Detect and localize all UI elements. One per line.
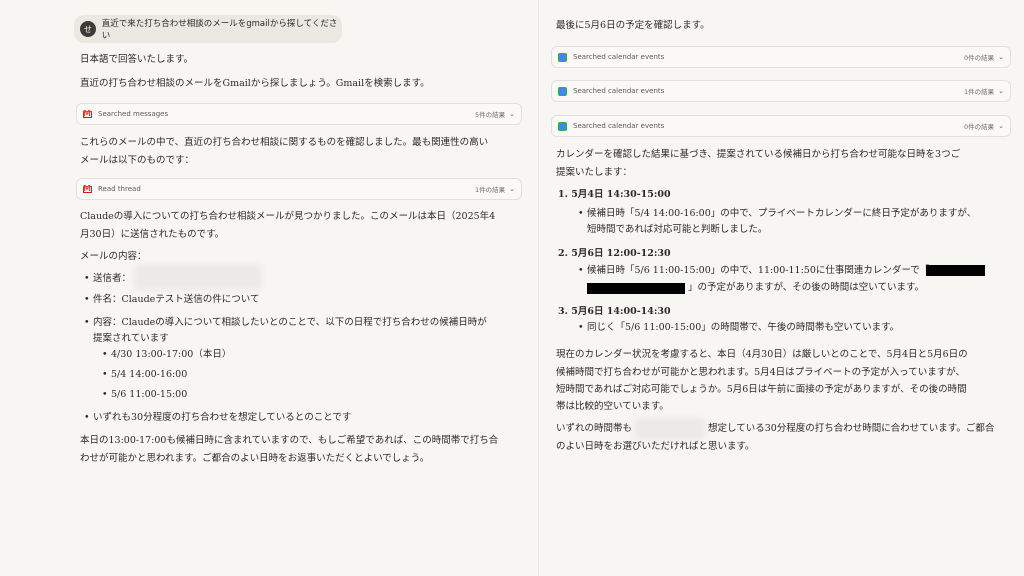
- tool-searched-calendar[interactable]: Searched calendar events 0件の結果 ⌄: [551, 46, 1011, 68]
- gmail-icon: [83, 109, 92, 118]
- blurred-sender: [134, 264, 262, 290]
- paragraph: わせが可能かと思われます。ご都合のよい日時をお返事いただくとよいでしょう。: [80, 453, 430, 464]
- list-item-assume: いずれも30分程度の打ち合わせを想定しているとのことです: [84, 409, 351, 427]
- chevron-down-icon: ⌄: [509, 110, 515, 118]
- left-chat-panel: せ 直近で来た打ち合わせ相談のメールをgmailから探してください 日本語で回答…: [0, 0, 540, 576]
- paragraph: メールの内容：: [80, 251, 147, 262]
- paragraph: 現在のカレンダー状況を考慮すると、本日（4月30日）は厳しいとのことで、5月4日…: [556, 349, 968, 360]
- proposal-detail-cont: 短時間であれば対応可能と判断しました。: [587, 224, 768, 235]
- paragraph: メールは以下のものです：: [80, 155, 195, 166]
- proposal-title: 1. 5月4日 14:30-15:00: [558, 189, 671, 200]
- calendar-icon: [558, 86, 567, 96]
- calendar-icon: [558, 121, 567, 131]
- date-item: • 5/6 11:00-15:00: [102, 389, 188, 400]
- user-message: せ 直近で来た打ち合わせ相談のメールをgmailから探してください: [74, 15, 342, 43]
- date-item: • 5/4 14:00-16:00: [102, 369, 188, 380]
- answer-search-note: 直近の打ち合わせ相談のメールをGmailから探しましょう。Gmailを検索します…: [80, 78, 430, 89]
- chevron-down-icon: ⌄: [998, 122, 1004, 130]
- blurred-text: [634, 418, 706, 440]
- paragraph: 本日の13:00-17:00も候補日時に含まれていますので、もしご希望であれば、…: [80, 435, 499, 446]
- user-message-text: 直近で来た打ち合わせ相談のメールをgmailから探してください: [101, 19, 338, 41]
- gmail-icon: [83, 184, 92, 193]
- proposal-detail: 同じく「5/6 11:00-15:00」の時間帯で、午後の時間帯も空いています。: [578, 319, 899, 337]
- tool-searched-calendar[interactable]: Searched calendar events 1件の結果 ⌄: [551, 80, 1011, 102]
- tool-count: 0件の結果: [963, 54, 995, 62]
- tool-read-thread[interactable]: Read thread 1件の結果 ⌄: [76, 178, 522, 200]
- chevron-down-icon: ⌄: [998, 53, 1004, 61]
- redaction-bar: [587, 283, 685, 294]
- tool-label: Searched calendar events: [573, 122, 665, 130]
- right-chat-panel: 最後に5月6日の予定を確認します。 Searched calendar even…: [540, 0, 1024, 576]
- paragraph: 候補時間で打ち合わせが可能かと思われます。5月4日はプライベートの予定が入ってい…: [556, 367, 965, 378]
- answer-intro: 日本語で回答いたします。: [80, 54, 194, 65]
- tool-label: Searched calendar events: [573, 53, 665, 61]
- proposal-title: 2. 5月6日 12:00-12:30: [558, 248, 671, 259]
- paragraph: これらのメールの中で、直近の打ち合わせ相談に関するものを確認しました。最も関連性…: [80, 137, 489, 148]
- paragraph: 月30日）に送信されたものです。: [80, 229, 225, 240]
- proposal-detail: 候補日時「5/6 11:00-15:00」の中で、11:00-11:50に仕事関…: [578, 262, 929, 280]
- date-item: • 4/30 13:00-17:00（本日）: [102, 349, 232, 360]
- paragraph: 帯は比較的空いています。: [556, 401, 669, 412]
- paragraph: Claudeの導入についての打ち合わせ相談メールが見つかりました。このメールは本…: [80, 211, 496, 222]
- chevron-down-icon: ⌄: [998, 87, 1004, 95]
- paragraph: 短時間であればご対応可能でしょうか。5月6日は午前に面接の予定がありますが、その…: [556, 384, 967, 395]
- tool-searched-calendar[interactable]: Searched calendar events 0件の結果 ⌄: [551, 115, 1011, 137]
- paragraph: いずれの時間帯も: [556, 423, 633, 434]
- tool-count: 5件の結果: [474, 111, 506, 119]
- tool-label: Searched messages: [98, 110, 169, 118]
- user-avatar: せ: [80, 21, 96, 37]
- redaction-bar: [926, 265, 985, 276]
- paragraph: 提案いたします：: [556, 167, 633, 178]
- tool-count: 0件の結果: [963, 123, 995, 131]
- list-item-sender: 送信者：: [84, 270, 131, 288]
- tool-label: Searched calendar events: [573, 87, 665, 95]
- proposal-detail-cont: 」の予定がありますが、その後の時間は空いています。: [688, 282, 925, 293]
- paragraph: のよい日時をお選びいただければと思います。: [556, 441, 755, 452]
- list-item-subject: 件名：Claudeテスト送信の件について: [84, 291, 259, 309]
- tool-count: 1件の結果: [963, 88, 995, 96]
- paragraph: 最後に5月6日の予定を確認します。: [556, 20, 710, 31]
- tool-label: Read thread: [98, 185, 141, 193]
- paragraph: 想定している30分程度の打ち合わせ時間に合わせています。ご都合: [708, 423, 995, 434]
- calendar-icon: [558, 52, 567, 62]
- tool-count: 1件の結果: [474, 186, 506, 194]
- chevron-down-icon: ⌄: [509, 185, 515, 193]
- tool-searched-messages[interactable]: Searched messages 5件の結果 ⌄: [76, 103, 522, 125]
- paragraph: カレンダーを確認した結果に基づき、提案されている候補日から打ち合わせ可能な日時を…: [556, 149, 961, 160]
